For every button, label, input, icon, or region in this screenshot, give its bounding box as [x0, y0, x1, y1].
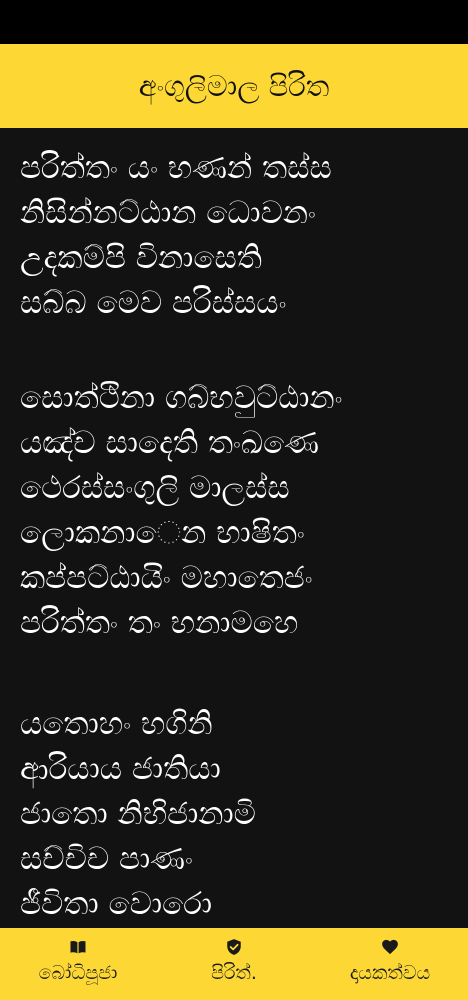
nav-label: පිරිත්. [211, 962, 257, 984]
verse-line: සච්චිච පාණං [20, 841, 193, 877]
status-bar [0, 0, 468, 44]
verse-2: සොත්ථිනා ගබ්භවුට්ඨානං යඤ්ච සාදෙති තංඛණෙ … [20, 376, 343, 646]
verse-line: ලොකනාෙන භාෂිතං [20, 515, 305, 551]
bottom-navigation: බෝධිපූජා පිරිත්. දායකත්වය [0, 928, 468, 1000]
verse-line: ථෙරස්සංගුලි මාලස්ස [20, 470, 290, 506]
nav-label: බෝධිපූජා [38, 962, 118, 984]
verse-3: යතොහං භගිනි ආරියාය ජාතියා ජාතො නිභිජානාම… [20, 702, 256, 927]
nav-label: දායකත්වය [349, 962, 431, 984]
heart-icon [382, 939, 398, 955]
verse-line: සබ්බ මෙව පරිස්සයං [20, 285, 287, 321]
page-title: අංගුලිමාල පිරිත [138, 68, 330, 103]
nav-dayakathvaya[interactable]: දායකත්වය [312, 928, 468, 1000]
nav-bodhi-puja[interactable]: බෝධිපූජා [0, 928, 156, 1000]
app-header: අංගුලිමාල පිරිත [0, 44, 468, 128]
verse-line: ජීවිතා වොරො [20, 886, 213, 922]
pirith-text-content[interactable]: පරිත්තං යං භණන් තස්ස නිසින්නට්ඨාන ධොවනං … [0, 128, 468, 928]
verse-line: ජාතො නිභිජානාමි [20, 796, 256, 832]
verse-line: සොත්ථිනා ගබ්භවුට්ඨානං [20, 380, 343, 416]
book-icon [70, 940, 86, 954]
verse-line: පරිත්තං තං භනාමහෙ [20, 605, 299, 641]
verse-line: උදකම්පි විනාසෙති [20, 240, 262, 276]
verse-line: කප්පට්ඨායිං මහාතෙජං [20, 560, 313, 596]
shield-check-icon [227, 939, 241, 955]
verse-line: යඤ්ච සාදෙති තංඛණෙ [20, 425, 320, 461]
verse-1: පරිත්තං යං භණන් තස්ස නිසින්නට්ඨාන ධොවනං … [20, 146, 332, 326]
verse-line: නිසින්නට්ඨාන ධොවනං [20, 195, 316, 231]
verse-line: යතොහං භගිනි [20, 706, 213, 742]
verse-line: ආරියාය ජාතියා [20, 751, 221, 787]
nav-pirith[interactable]: පිරිත්. [156, 928, 312, 1000]
verse-line: පරිත්තං යං භණන් තස්ස [20, 150, 332, 186]
